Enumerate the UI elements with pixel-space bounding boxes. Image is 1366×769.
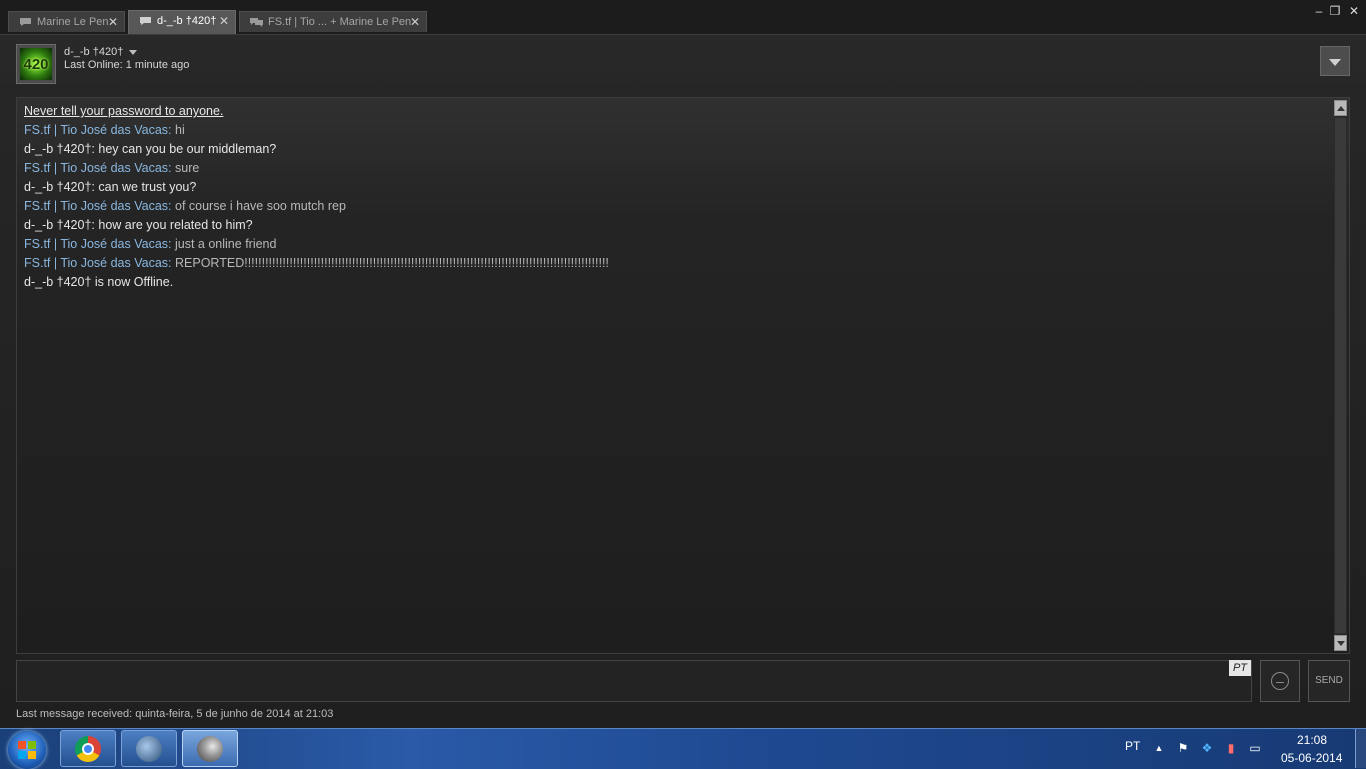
friend-name-dropdown[interactable]: d-_-b †420† (64, 46, 138, 58)
message-sender: d-_-b †420†: (24, 218, 95, 232)
device-icon[interactable]: ▮ (1224, 741, 1238, 755)
tf-icon (136, 736, 162, 762)
message-sender: FS.tf | Tio José das Vacas: (24, 161, 172, 175)
chat-bubble-icon (140, 17, 151, 25)
network-icon[interactable]: ▭ (1248, 741, 1262, 755)
message-text: sure (171, 161, 200, 175)
tab-label: FS.tf | Tio ... + Marine Le Pen (268, 16, 412, 28)
message-sender: d-_-b †420†: (24, 142, 95, 156)
offline-notice: d-_-b †420† is now Offline. (24, 275, 174, 289)
dropbox-icon[interactable]: ❖ (1200, 741, 1214, 755)
title-bar: Marine Le Pen ✕ d-_-b †420† ✕ FS.tf | Ti… (0, 0, 1366, 35)
emoticon-button[interactable] (1260, 660, 1300, 702)
taskbar-chrome[interactable] (60, 730, 116, 767)
avatar-image: 420 (20, 48, 52, 80)
message-input[interactable] (16, 660, 1252, 702)
close-tab-icon[interactable]: ✕ (219, 11, 229, 31)
close-tab-icon[interactable]: ✕ (108, 12, 118, 32)
group-chat-icon (250, 18, 263, 27)
chat-message: d-_-b †420†: hey can you be our middlema… (24, 140, 1329, 159)
message-text: can we trust you? (94, 180, 197, 194)
taskbar-tf2[interactable] (121, 730, 177, 767)
steam-icon (197, 736, 223, 762)
chat-message: FS.tf | Tio José das Vacas: of course i … (24, 197, 1329, 216)
message-sender: FS.tf | Tio José das Vacas: (24, 237, 172, 251)
language-indicator[interactable]: PT (1125, 739, 1140, 753)
message-text: hey can you be our middleman? (94, 142, 277, 156)
tab-marine-le-pen[interactable]: Marine Le Pen ✕ (8, 11, 125, 32)
security-warning[interactable]: Never tell your password to anyone. (24, 102, 1329, 121)
message-text: how are you related to him? (94, 218, 253, 232)
tab-d-b-420[interactable]: d-_-b †420† ✕ (128, 10, 236, 34)
chat-bubble-icon (20, 18, 31, 26)
security-warning-link[interactable]: Never tell your password to anyone. (24, 104, 223, 118)
steam-chat-window: Marine Le Pen ✕ d-_-b †420† ✕ FS.tf | Ti… (0, 0, 1366, 728)
message-sender: d-_-b †420†: (24, 180, 95, 194)
send-button[interactable]: SEND (1308, 660, 1350, 702)
chat-options-button[interactable] (1320, 46, 1350, 76)
scroll-up-icon[interactable] (1334, 100, 1347, 116)
chrome-icon (75, 736, 101, 762)
tab-label: d-_-b †420† (157, 15, 217, 27)
message-text: just a online friend (171, 237, 277, 251)
smiley-icon (1271, 672, 1289, 690)
scrollbar-track[interactable] (1335, 118, 1346, 633)
message-list: Never tell your password to anyone. FS.t… (24, 102, 1329, 292)
clock-time[interactable]: 21:08 (1297, 733, 1327, 747)
message-text: of course i have soo mutch rep (171, 199, 346, 213)
show-desktop-button[interactable] (1355, 729, 1366, 768)
chat-message: FS.tf | Tio José das Vacas: just a onlin… (24, 235, 1329, 254)
message-sender: FS.tf | Tio José das Vacas: (24, 256, 172, 270)
flag-icon[interactable]: ⚑ (1176, 741, 1190, 755)
chevron-down-icon (1329, 59, 1341, 66)
chevron-down-icon (129, 49, 138, 55)
message-text: hi (171, 123, 185, 137)
start-button[interactable] (8, 731, 46, 769)
chat-scrollbar[interactable] (1334, 100, 1347, 651)
chat-message: FS.tf | Tio José das Vacas: sure (24, 159, 1329, 178)
windows-logo-icon (18, 741, 36, 759)
friend-status: Last Online: 1 minute ago (64, 59, 190, 71)
scroll-down-icon[interactable] (1334, 635, 1347, 651)
restore-icon[interactable]: ❐ (1327, 4, 1343, 18)
close-tab-icon[interactable]: ✕ (410, 12, 420, 32)
tab-group-chat[interactable]: FS.tf | Tio ... + Marine Le Pen ✕ (239, 11, 427, 32)
tab-label: Marine Le Pen (37, 16, 109, 28)
chat-message: FS.tf | Tio José das Vacas: hi (24, 121, 1329, 140)
chat-message: d-_-b †420†: how are you related to him? (24, 216, 1329, 235)
chevron-up-icon[interactable]: ▲ (1152, 741, 1166, 755)
minimize-icon[interactable]: – (1311, 4, 1327, 18)
friend-name: d-_-b †420† (64, 46, 124, 58)
taskbar-steam[interactable] (182, 730, 238, 767)
last-message-received: Last message received: quinta-feira, 5 d… (16, 708, 334, 720)
avatar[interactable]: 420 (16, 44, 56, 84)
chat-message: d-_-b †420†: can we trust you? (24, 178, 1329, 197)
message-sender: FS.tf | Tio José das Vacas: (24, 199, 172, 213)
message-sender: FS.tf | Tio José das Vacas: (24, 123, 172, 137)
clock-date[interactable]: 05-06-2014 (1281, 751, 1342, 765)
close-window-icon[interactable]: ✕ (1346, 4, 1362, 18)
language-badge: PT (1229, 660, 1251, 676)
chat-message: FS.tf | Tio José das Vacas: REPORTED!!!!… (24, 254, 1329, 273)
message-text: REPORTED!!!!!!!!!!!!!!!!!!!!!!!!!!!!!!!!… (171, 256, 609, 270)
chat-log: Never tell your password to anyone. FS.t… (16, 97, 1350, 654)
